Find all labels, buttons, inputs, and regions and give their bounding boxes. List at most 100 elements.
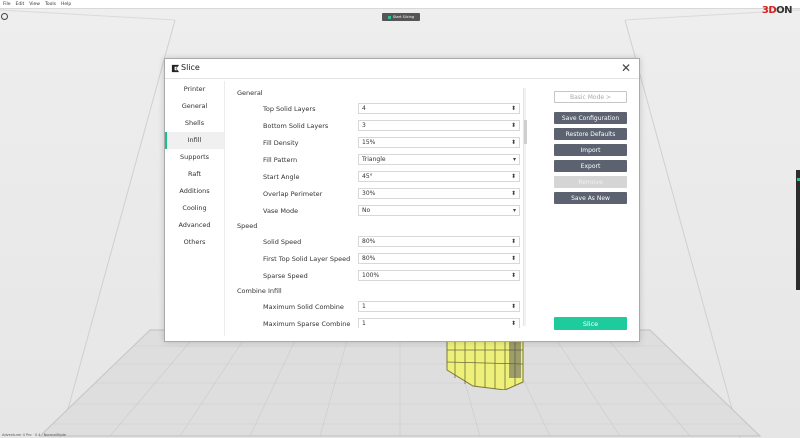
menu-edit[interactable]: Edit [16, 2, 25, 7]
setting-value: Triangle [362, 156, 386, 163]
setting-value: 4 [362, 105, 366, 112]
nav-item-advanced[interactable]: Advanced [165, 217, 224, 234]
setting-row: Start Angle 45° ⬍ [235, 168, 523, 185]
setting-label: Start Angle [263, 172, 300, 181]
section-title: Combine Infill [237, 287, 282, 295]
section-title: Speed [237, 222, 258, 230]
setting-label: Overlap Perimeter [263, 189, 323, 198]
nav-item-additions[interactable]: Additions [165, 183, 224, 200]
brand-logo: 3DON [761, 5, 793, 16]
setting-row: Solid Speed 80% ⬍ [235, 233, 523, 250]
setting-value: 45° [362, 173, 373, 180]
slicing-status-pill[interactable]: Start Slicing [382, 13, 420, 21]
setting-row: Maximum Sparse Combine 1 ⬍ [235, 315, 523, 328]
spin-arrows-icon[interactable]: ⬍ [511, 238, 516, 245]
menu-view[interactable]: View [29, 2, 40, 7]
spin-arrows-icon[interactable]: ⬍ [511, 255, 516, 262]
setting-label: Sparse Speed [263, 271, 308, 280]
setting-row: Fill Density 15% ⬍ [235, 134, 523, 151]
setting-spinbox[interactable]: 45° ⬍ [358, 171, 520, 182]
import-button[interactable]: Import [554, 144, 627, 156]
basic-mode-button[interactable]: Basic Mode > [554, 91, 627, 103]
save-configuration-button[interactable]: Save Configuration [554, 112, 627, 124]
spin-arrows-icon[interactable]: ⬍ [511, 272, 516, 279]
chevron-down-icon[interactable]: ▾ [513, 207, 516, 214]
settings-nav: Printer General Shells Infill Supports Raft Ad… [165, 81, 225, 336]
setting-value: 80% [362, 238, 376, 245]
view-cube-icon[interactable] [1, 13, 8, 20]
remove-button[interactable]: Remove [554, 176, 627, 188]
nav-item-general[interactable]: General [165, 98, 224, 115]
menu-tools[interactable]: Tools [45, 2, 56, 7]
setting-row: First Top Solid Layer Speed 80% ⬍ [235, 250, 523, 267]
nav-item-printer[interactable]: Printer [165, 81, 224, 98]
nav-item-supports[interactable]: Supports [165, 149, 224, 166]
setting-value: 3 [362, 122, 366, 129]
setting-spinbox[interactable]: 1 ⬍ [358, 301, 520, 312]
nav-item-cooling[interactable]: Cooling [165, 200, 224, 217]
save-as-new-button[interactable]: Save As New [554, 192, 627, 204]
nav-item-shells[interactable]: Shells [165, 115, 224, 132]
setting-label: Top Solid Layers [263, 104, 316, 113]
close-icon[interactable]: ✕ [621, 61, 631, 75]
setting-value: 80% [362, 255, 376, 262]
setting-spinbox[interactable]: 4 ⬍ [358, 103, 520, 114]
spin-arrows-icon[interactable]: ⬍ [511, 303, 516, 310]
setting-value: 1 [362, 303, 366, 310]
spin-arrows-icon[interactable]: ⬍ [511, 105, 516, 112]
setting-spinbox[interactable]: 15% ⬍ [358, 137, 520, 148]
setting-value: 1 [362, 320, 366, 327]
chevron-down-icon[interactable]: ▾ [513, 156, 516, 163]
setting-value: No [362, 207, 371, 214]
setting-value: 100% [362, 272, 380, 279]
setting-label: Bottom Solid Layers [263, 121, 329, 130]
setting-label: Fill Pattern [263, 155, 298, 164]
spin-arrows-icon[interactable]: ⬍ [511, 320, 516, 327]
setting-label: Vase Mode [263, 206, 299, 215]
section-title: General [237, 89, 263, 97]
export-button[interactable]: Export [554, 160, 627, 172]
dialog-title: Slice [181, 63, 200, 72]
setting-row: Sparse Speed 100% ⬍ [235, 267, 523, 284]
setting-value: 15% [362, 139, 376, 146]
settings-list[interactable]: General Top Solid Layers 4 ⬍ Bottom Solid La… [235, 86, 523, 328]
scrollbar-thumb[interactable] [524, 120, 527, 144]
menu-file[interactable]: File [3, 2, 11, 7]
setting-spinbox[interactable]: 80% ⬍ [358, 236, 520, 247]
spin-arrows-icon[interactable]: ⬍ [511, 190, 516, 197]
menu-help[interactable]: Help [61, 2, 71, 7]
dialog-header: Slice ✕ [165, 59, 639, 79]
right-panel-handle[interactable] [796, 170, 800, 290]
setting-spinbox[interactable]: 3 ⬍ [358, 120, 520, 131]
slicing-status-icon [387, 15, 391, 19]
setting-label: First Top Solid Layer Speed [263, 254, 351, 263]
setting-row: Fill Pattern Triangle ▾ [235, 151, 523, 168]
panel-indicator-icon [796, 178, 800, 181]
setting-spinbox[interactable]: 80% ⬍ [358, 253, 520, 264]
setting-row: Maximum Solid Combine 1 ⬍ [235, 298, 523, 315]
status-bar: Adventurer 4 Pro · 0.4 · NormalMode [2, 433, 66, 437]
menu-bar: File Edit View Tools Help [0, 0, 800, 9]
settings-scrollbar[interactable] [523, 88, 527, 326]
nav-item-others[interactable]: Others [165, 234, 224, 251]
setting-row: Vase Mode No ▾ [235, 202, 523, 219]
setting-dropdown[interactable]: Triangle ▾ [358, 154, 520, 165]
setting-spinbox[interactable]: 1 ⬍ [358, 318, 520, 328]
setting-row: Overlap Perimeter 30% ⬍ [235, 185, 523, 202]
setting-spinbox[interactable]: 100% ⬍ [358, 270, 520, 281]
spin-arrows-icon[interactable]: ⬍ [511, 173, 516, 180]
setting-row: Top Solid Layers 4 ⬍ [235, 100, 523, 117]
slice-logo-icon [171, 64, 180, 73]
slice-button[interactable]: Slice [554, 317, 627, 330]
setting-label: Solid Speed [263, 237, 302, 246]
setting-row: Bottom Solid Layers 3 ⬍ [235, 117, 523, 134]
nav-item-raft[interactable]: Raft [165, 166, 224, 183]
restore-defaults-button[interactable]: Restore Defaults [554, 128, 627, 140]
spin-arrows-icon[interactable]: ⬍ [511, 139, 516, 146]
spin-arrows-icon[interactable]: ⬍ [511, 122, 516, 129]
action-panel: Basic Mode > Save Configuration Restore … [554, 91, 628, 208]
slice-dialog: Slice ✕ Printer General Shells Infill Suppor… [164, 58, 640, 342]
setting-spinbox[interactable]: 30% ⬍ [358, 188, 520, 199]
setting-dropdown[interactable]: No ▾ [358, 205, 520, 216]
nav-item-infill[interactable]: Infill [165, 132, 224, 149]
